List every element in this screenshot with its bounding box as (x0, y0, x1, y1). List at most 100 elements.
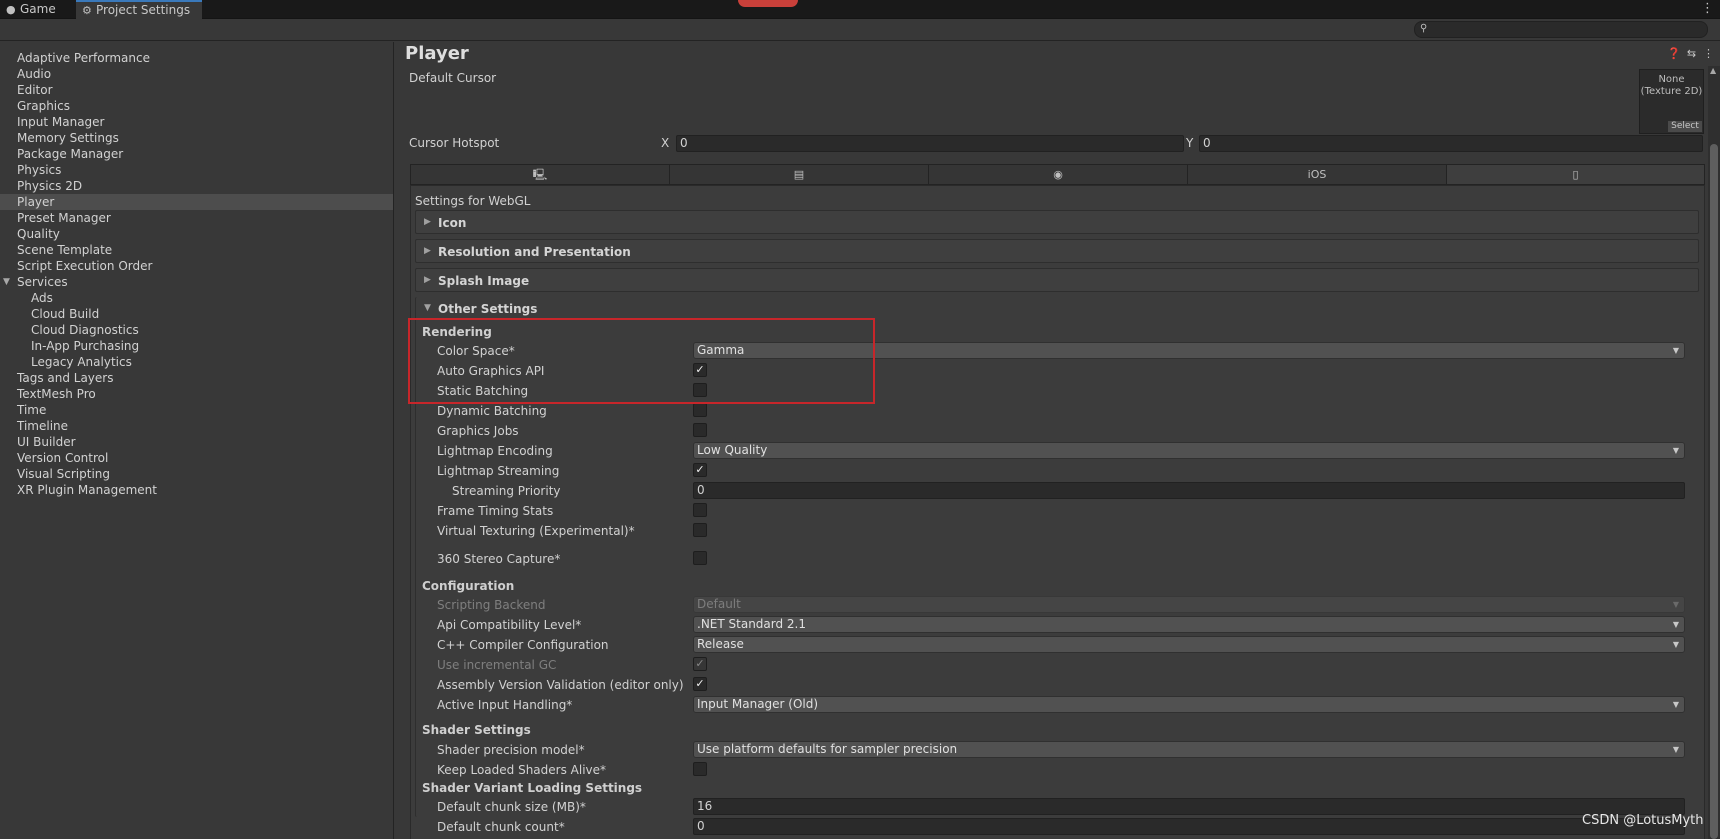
streaming-priority-field[interactable]: 0 (693, 482, 1685, 499)
expand-arrow-icon[interactable]: ▼ (3, 274, 10, 290)
assembly-validation-checkbox[interactable]: ✓ (693, 677, 707, 691)
graphics-jobs-label: Graphics Jobs (437, 424, 519, 438)
api-compatibility-label: Api Compatibility Level* (437, 618, 582, 632)
chunk-count-field[interactable]: 0 (693, 818, 1685, 835)
foldout-label: Icon (438, 216, 467, 230)
tab-standalone[interactable]: 🖳 (411, 165, 670, 184)
settings-sidebar: Adaptive Performance Audio Editor Graphi… (0, 42, 394, 839)
sidebar-item-scene-template[interactable]: Scene Template (0, 242, 393, 258)
sidebar-item-adaptive-performance[interactable]: Adaptive Performance (0, 50, 393, 66)
tab-game[interactable]: ● Game (0, 0, 72, 19)
scroll-up-arrow-icon[interactable]: ▲ (1710, 66, 1716, 75)
sidebar-item-label: Audio (17, 67, 52, 81)
cursor-select-button[interactable]: Select (1668, 121, 1702, 132)
shader-precision-dropdown[interactable]: Use platform defaults for sampler precis… (693, 741, 1685, 758)
sidebar-item-label: Editor (17, 83, 53, 97)
sidebar-item-ads[interactable]: Ads (0, 290, 393, 306)
window-menu-icon[interactable]: ⋮ (1701, 1, 1714, 17)
sidebar-item-label: Script Execution Order (17, 259, 153, 273)
cursor-texture-slot[interactable]: None (Texture 2D) Select (1639, 69, 1704, 134)
sidebar-item-label: Services (17, 275, 68, 289)
sidebar-item-visual-scripting[interactable]: Visual Scripting (0, 466, 393, 482)
sidebar-item-version-control[interactable]: Version Control (0, 450, 393, 466)
sidebar-item-cloud-build[interactable]: Cloud Build (0, 306, 393, 322)
sidebar-item-legacy-analytics[interactable]: Legacy Analytics (0, 354, 393, 370)
sidebar-item-cloud-diagnostics[interactable]: Cloud Diagnostics (0, 322, 393, 338)
scripting-backend-label: Scripting Backend (437, 598, 546, 612)
virtual-texturing-checkbox[interactable] (693, 523, 707, 537)
sidebar-item-label: Scene Template (17, 243, 113, 257)
chunk-size-field[interactable]: 16 (693, 798, 1685, 815)
foldout-resolution[interactable]: ▶ Resolution and Presentation (415, 239, 1699, 263)
active-input-label: Active Input Handling* (437, 698, 573, 712)
dynamic-batching-checkbox[interactable] (693, 403, 707, 417)
hotspot-y-label: Y (1186, 136, 1194, 150)
tab-webgl[interactable]: ▯ (1447, 165, 1704, 184)
shader-precision-value: Use platform defaults for sampler precis… (697, 742, 958, 756)
sidebar-item-memory-settings[interactable]: Memory Settings (0, 130, 393, 146)
api-compatibility-dropdown[interactable]: .NET Standard 2.1 ▼ (693, 616, 1685, 633)
foldout-icon[interactable]: ▶ Icon (415, 210, 1699, 234)
annotation-highlight-box (408, 318, 875, 404)
chunk-count-label: Default chunk count* (437, 820, 565, 834)
frame-timing-stats-label: Frame Timing Stats (437, 504, 554, 518)
page-title: Player (405, 43, 469, 64)
shader-precision-label: Shader precision model* (437, 743, 585, 757)
sidebar-item-timeline[interactable]: Timeline (0, 418, 393, 434)
foldout-label: Other Settings (438, 302, 538, 316)
cpp-compiler-dropdown[interactable]: Release ▼ (693, 636, 1685, 653)
sidebar-item-label: XR Plugin Management (17, 483, 157, 497)
sidebar-item-label: UI Builder (17, 435, 76, 449)
keep-shaders-checkbox[interactable] (693, 762, 707, 776)
sidebar-item-editor[interactable]: Editor (0, 82, 393, 98)
sidebar-item-audio[interactable]: Audio (0, 66, 393, 82)
sidebar-item-tags-and-layers[interactable]: Tags and Layers (0, 370, 393, 386)
hotspot-x-field[interactable]: 0 (676, 135, 1184, 152)
foldout-splash-image[interactable]: ▶ Splash Image (415, 268, 1699, 292)
hotspot-y-field[interactable]: 0 (1199, 135, 1703, 152)
sidebar-item-in-app-purchasing[interactable]: In-App Purchasing (0, 338, 393, 354)
sidebar-item-textmesh-pro[interactable]: TextMesh Pro (0, 386, 393, 402)
sidebar-item-quality[interactable]: Quality (0, 226, 393, 242)
help-icon[interactable]: ❓ (1667, 47, 1681, 60)
sidebar-item-physics-2d[interactable]: Physics 2D (0, 178, 393, 194)
keep-shaders-label: Keep Loaded Shaders Alive* (437, 763, 607, 777)
tab-android[interactable]: ◉ (929, 165, 1188, 184)
sidebar-item-label: Adaptive Performance (17, 51, 150, 65)
tab-project-settings[interactable]: ⚙ Project Settings (76, 0, 202, 19)
sidebar-item-preset-manager[interactable]: Preset Manager (0, 210, 393, 226)
more-options-icon[interactable]: ⋮ (1702, 47, 1715, 60)
shader-variant-heading: Shader Variant Loading Settings (422, 781, 643, 795)
lightmap-encoding-dropdown[interactable]: Low Quality ▼ (693, 442, 1685, 459)
lightmap-streaming-label: Lightmap Streaming (437, 464, 560, 478)
checkmark-icon: ✓ (695, 463, 705, 476)
sidebar-item-label: Package Manager (17, 147, 124, 161)
vertical-scrollbar[interactable]: ▲ (1708, 66, 1720, 839)
sidebar-item-graphics[interactable]: Graphics (0, 98, 393, 114)
settings-search-input[interactable] (1414, 21, 1708, 38)
sidebar-item-input-manager[interactable]: Input Manager (0, 114, 393, 130)
stereo-capture-checkbox[interactable] (693, 551, 707, 565)
recording-indicator[interactable] (738, 0, 798, 7)
tab-game-label: Game (20, 2, 56, 16)
scrollbar-thumb[interactable] (1710, 144, 1718, 839)
active-input-dropdown[interactable]: Input Manager (Old) ▼ (693, 696, 1685, 713)
checkmark-icon: ✓ (695, 677, 705, 690)
configuration-heading: Configuration (422, 579, 515, 593)
api-compatibility-value: .NET Standard 2.1 (697, 617, 807, 631)
sidebar-item-player[interactable]: Player (0, 194, 393, 210)
sidebar-item-services[interactable]: ▼ Services (0, 274, 393, 290)
sidebar-item-script-execution-order[interactable]: Script Execution Order (0, 258, 393, 274)
tab-dedicated-server[interactable]: ▤ (670, 165, 929, 184)
tab-ios[interactable]: iOS (1188, 165, 1447, 184)
sidebar-item-package-manager[interactable]: Package Manager (0, 146, 393, 162)
graphics-jobs-checkbox[interactable] (693, 423, 707, 437)
sidebar-item-physics[interactable]: Physics (0, 162, 393, 178)
sidebar-item-xr-plugin-management[interactable]: XR Plugin Management (0, 482, 393, 498)
sidebar-item-time[interactable]: Time (0, 402, 393, 418)
lightmap-streaming-checkbox[interactable]: ✓ (693, 463, 707, 477)
preset-icon[interactable]: ⇆ (1685, 47, 1698, 60)
html5-icon: ▯ (1572, 168, 1579, 181)
sidebar-item-ui-builder[interactable]: UI Builder (0, 434, 393, 450)
frame-timing-stats-checkbox[interactable] (693, 503, 707, 517)
